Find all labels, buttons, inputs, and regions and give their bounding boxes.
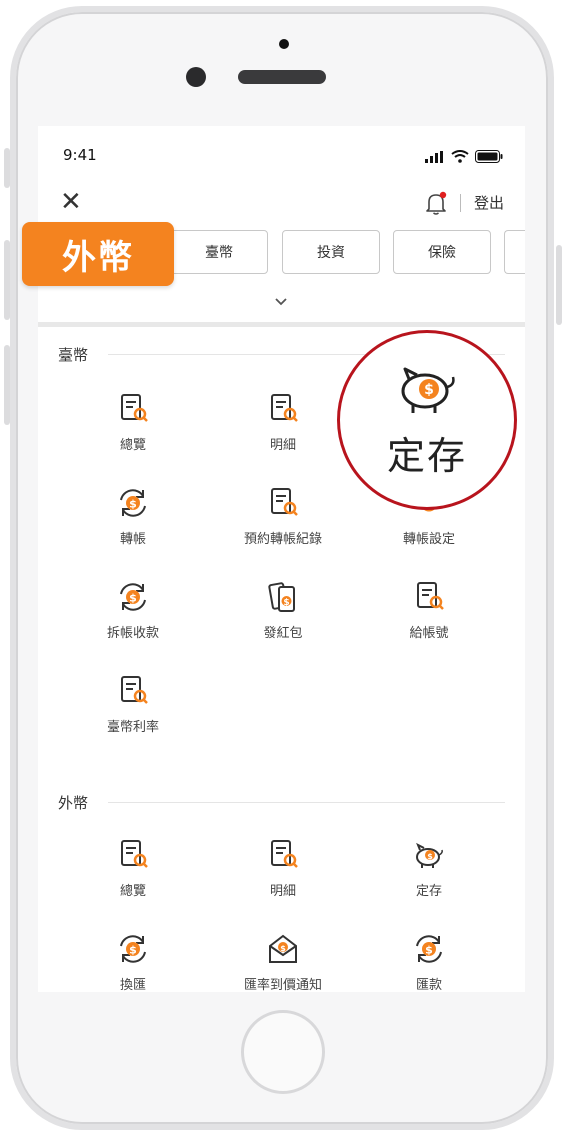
close-icon[interactable]: ✕ xyxy=(60,189,82,215)
menu-item-label: 給帳號 xyxy=(409,626,449,641)
tab-foreign-currency-highlight[interactable]: 外幣 xyxy=(22,222,174,286)
menu-item-twd-rates[interactable]: 臺幣利率 xyxy=(68,674,198,735)
menu-item-label: 換匯 xyxy=(119,978,146,992)
menu-item-label: 預約轉帳紀錄 xyxy=(243,532,322,547)
menu-item-label: 轉帳 xyxy=(119,532,146,547)
svg-text:$: $ xyxy=(129,498,137,511)
menu-item-twd-scheduled-transfer[interactable]: 預約轉帳紀錄 xyxy=(218,486,348,547)
svg-text:$: $ xyxy=(425,944,433,957)
menu-item-twd-red-envelope[interactable]: $ 發紅包 xyxy=(218,580,348,641)
logout-link[interactable]: 登出 xyxy=(474,192,504,213)
tab-insurance[interactable]: 保險 xyxy=(393,230,491,274)
svg-text:$: $ xyxy=(424,382,434,398)
callout-label: 定存 xyxy=(386,434,467,478)
red-envelope-icon: $ xyxy=(268,582,295,612)
menu-item-twd-split-bill[interactable]: $ 拆帳收款 xyxy=(68,580,198,641)
doc-search-icon xyxy=(121,840,148,868)
header-divider xyxy=(460,194,461,212)
time-deposit-callout: $ 定存 xyxy=(337,330,517,510)
menu-item-label: 臺幣利率 xyxy=(106,720,159,735)
tab-more-partial[interactable] xyxy=(504,230,525,274)
tab-twd[interactable]: 臺幣 xyxy=(170,230,268,274)
transfer-icon: $ xyxy=(120,583,146,611)
menu-item-fx-time-deposit[interactable]: $ 定存 xyxy=(364,838,494,899)
section-separator xyxy=(38,322,525,327)
menu-item-fx-remittance[interactable]: $ 匯款 xyxy=(364,932,494,992)
transfer-icon: $ xyxy=(120,935,146,963)
doc-search-icon xyxy=(121,676,148,704)
wifi-icon xyxy=(451,148,469,167)
menu-item-twd-overview[interactable]: 總覽 xyxy=(68,392,198,453)
volume-up-button xyxy=(4,240,10,320)
power-button xyxy=(556,245,562,325)
svg-text:$: $ xyxy=(129,592,137,605)
menu-item-fx-details[interactable]: 明細 xyxy=(218,838,348,899)
doc-search-icon xyxy=(271,840,298,868)
front-camera xyxy=(186,67,206,87)
svg-text:$: $ xyxy=(283,598,289,608)
svg-text:$: $ xyxy=(427,852,433,861)
mail-dollar-icon: $ xyxy=(269,934,297,963)
menu-item-label: 拆帳收款 xyxy=(106,626,159,641)
doc-search-icon xyxy=(417,582,444,610)
menu-item-twd-details[interactable]: 明細 xyxy=(218,392,348,453)
menu-item-twd-share-account[interactable]: 給帳號 xyxy=(364,580,494,641)
piggy-bank-icon: $ xyxy=(416,842,443,868)
menu-item-twd-transfer[interactable]: $ 轉帳 xyxy=(68,486,198,547)
section-title-foreign: 外幣 xyxy=(58,794,89,812)
menu-item-label: 轉帳設定 xyxy=(402,532,455,547)
menu-item-label: 定存 xyxy=(415,884,442,899)
menu-item-label: 發紅包 xyxy=(263,626,303,641)
doc-search-icon xyxy=(121,394,148,422)
doc-search-icon xyxy=(271,488,298,516)
mute-switch xyxy=(4,148,10,188)
signal-icon xyxy=(425,148,445,167)
section-title-twd: 臺幣 xyxy=(58,346,89,364)
svg-text:$: $ xyxy=(280,944,286,953)
home-button[interactable] xyxy=(241,1010,325,1094)
doc-search-icon xyxy=(271,394,298,422)
menu-item-fx-rate-alert[interactable]: $ 匯率到價通知 xyxy=(218,932,348,992)
piggy-bank-icon: $ xyxy=(401,367,455,413)
menu-item-label: 明細 xyxy=(269,884,296,899)
svg-text:$: $ xyxy=(129,944,137,957)
section-rule xyxy=(108,802,505,803)
transfer-icon: $ xyxy=(416,935,442,963)
proximity-sensor xyxy=(279,39,289,49)
menu-item-fx-exchange[interactable]: $ 換匯 xyxy=(68,932,198,992)
volume-down-button xyxy=(4,345,10,425)
status-time: 9:41 xyxy=(63,146,97,164)
status-bar: 9:41 xyxy=(38,126,525,170)
tab-investment[interactable]: 投資 xyxy=(282,230,380,274)
earpiece-speaker xyxy=(238,70,326,84)
notification-bell-icon[interactable] xyxy=(424,190,448,216)
battery-icon xyxy=(475,148,503,167)
menu-item-label: 明細 xyxy=(269,438,296,453)
transfer-icon: $ xyxy=(120,489,146,517)
menu-item-label: 總覽 xyxy=(119,884,146,899)
chevron-down-icon[interactable] xyxy=(274,294,288,308)
menu-item-label: 匯率到價通知 xyxy=(243,978,322,992)
menu-item-fx-overview[interactable]: 總覽 xyxy=(68,838,198,899)
menu-item-label: 匯款 xyxy=(415,978,442,992)
menu-item-label: 總覽 xyxy=(119,438,146,453)
